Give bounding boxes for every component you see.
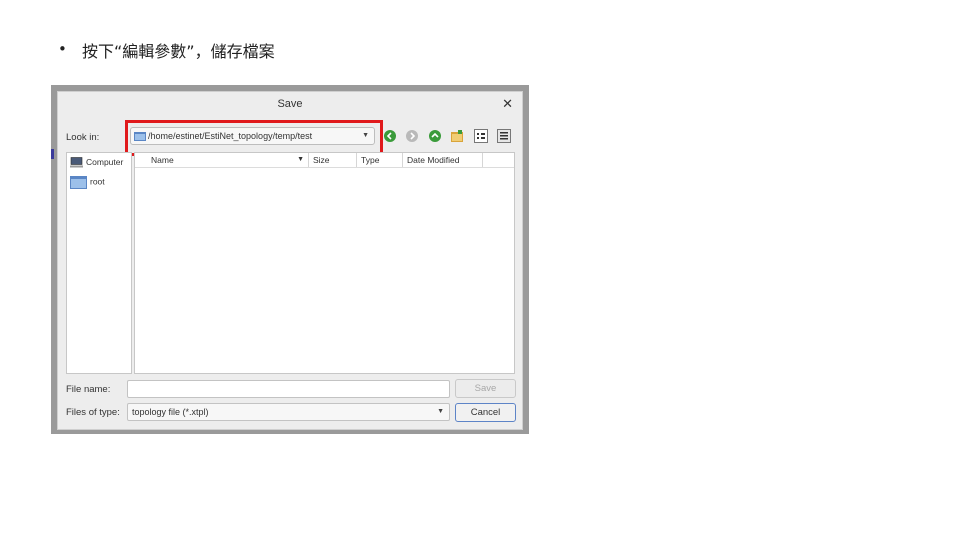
column-label: Size [313,155,330,165]
column-label: Name [151,155,174,165]
column-header-date-modified[interactable]: Date Modified [403,153,483,167]
look-in-path: /home/estinet/EstiNet_topology/temp/test [148,131,313,141]
header-divider [135,167,514,168]
files-of-type-value: topology file (*.xtpl) [132,407,209,417]
folder-icon [70,176,87,189]
slide-bullet: • [58,40,67,58]
folder-icon [134,132,146,141]
cancel-button[interactable]: Cancel [455,403,516,422]
chevron-down-icon: ▼ [437,408,444,415]
file-name-input[interactable] [127,380,450,398]
forward-icon[interactable] [405,129,419,143]
column-header-size[interactable]: Size [309,153,357,167]
parent-folder-icon[interactable] [428,129,442,143]
look-in-label: Look in: [66,132,100,143]
dialog-title: Save [277,98,303,110]
computer-icon [70,157,83,168]
files-of-type-select[interactable]: topology file (*.xtpl) ▼ [127,403,450,421]
slide-instruction: 按下“編輯參數”，儲存檔案 [82,42,275,61]
background-fragment [51,149,54,159]
column-header-name[interactable]: Name ▼ [147,153,309,167]
files-of-type-label: Files of type: [66,407,120,418]
detail-view-icon[interactable] [497,129,511,143]
save-button[interactable]: Save [455,379,516,398]
list-view-icon[interactable] [474,129,488,143]
column-label: Date Modified [407,155,460,165]
new-folder-icon[interactable] [450,129,464,143]
close-icon[interactable]: ✕ [502,96,513,112]
place-label: Computer [86,157,124,167]
places-sidebar: Computer root [66,152,132,374]
column-header-type[interactable]: Type [357,153,403,167]
column-label: Type [361,155,380,165]
look-in-combo[interactable]: /home/estinet/EstiNet_topology/temp/test… [130,127,375,145]
save-dialog: Save ✕ Look in: /home/estinet/EstiNet_to… [57,91,523,430]
back-icon[interactable] [383,129,397,143]
file-list[interactable]: Name ▼ Size Type Date Modified [134,152,515,374]
place-item-root[interactable]: root [70,175,105,189]
place-item-computer[interactable]: Computer [70,157,123,168]
chevron-down-icon: ▼ [362,132,369,139]
sort-down-icon: ▼ [297,156,304,163]
dialog-titlebar: Save ✕ [58,92,522,118]
place-label: root [90,176,105,187]
file-name-label: File name: [66,384,111,395]
